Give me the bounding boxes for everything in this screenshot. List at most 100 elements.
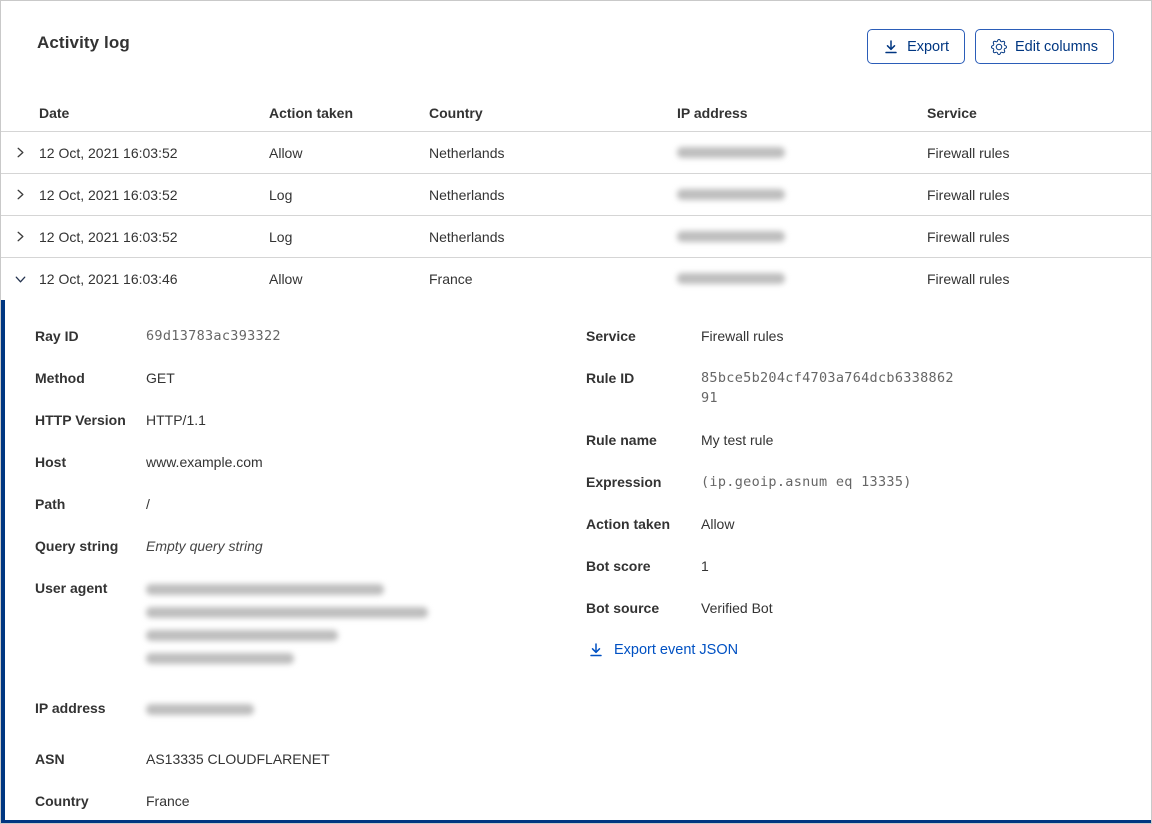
detail-field: Ray ID 69d13783ac393322 (35, 326, 586, 346)
detail-right-column: Service Firewall rules Rule ID 85bce5b20… (586, 326, 1151, 661)
redacted-line (146, 653, 294, 664)
cell-action: Log (269, 228, 293, 245)
detail-field-label: Path (35, 496, 66, 512)
redacted-ip-value (677, 188, 785, 200)
cell-date: 12 Oct, 2021 16:03:46 (39, 271, 178, 287)
edit-columns-button[interactable]: Edit columns (974, 29, 1114, 64)
detail-field-value: Verified Bot (701, 600, 773, 616)
table-row[interactable]: 12 Oct, 2021 16:03:46 Allow France Firew… (1, 258, 1151, 300)
redacted-line (146, 607, 428, 618)
redacted-value (146, 698, 254, 727)
cell-country: Netherlands (429, 186, 505, 203)
cell-ip (677, 271, 927, 287)
detail-field-value: Firewall rules (701, 328, 784, 344)
detail-field-label: User agent (35, 580, 108, 596)
export-event-json-label: Export event JSON (614, 642, 739, 658)
column-header-action: Action taken (269, 105, 354, 121)
redacted-ip-value (677, 230, 785, 242)
redacted-line (146, 584, 384, 595)
column-header-service: Service (927, 105, 977, 121)
table-row[interactable]: 12 Oct, 2021 16:03:52 Log Netherlands Fi… (1, 174, 1151, 216)
detail-field-value: 85bce5b204cf4703a764dcb633886291 (701, 370, 954, 406)
detail-left-column: Ray ID 69d13783ac393322 Method GET HTTP … (35, 326, 586, 820)
cell-ip (677, 229, 927, 245)
gear-icon (990, 38, 1007, 55)
detail-field-label: Method (35, 370, 85, 386)
cell-action: Allow (269, 271, 303, 287)
chevron-down-icon[interactable] (1, 258, 39, 300)
column-header-ip-address: IP address (677, 105, 748, 121)
redacted-line (146, 630, 338, 641)
detail-field-label: Query string (35, 538, 119, 554)
cell-ip (677, 145, 927, 161)
detail-field: Country France (35, 791, 586, 811)
export-button-label: Export (907, 38, 949, 55)
toolbar: Export Edit columns (867, 29, 1114, 64)
bottom-accent-bar (1, 820, 1151, 823)
redacted-ip-value (677, 273, 785, 284)
detail-field-value: France (146, 793, 190, 809)
detail-field: Host www.example.com (35, 452, 586, 472)
redacted-line (146, 704, 254, 715)
header-bar: Activity log Export Edit columns (1, 1, 1151, 64)
detail-field-label: Bot score (586, 558, 651, 574)
detail-field-value: My test rule (701, 432, 774, 448)
chevron-right-icon[interactable] (1, 174, 39, 215)
export-event-json-link[interactable]: Export event JSON (588, 642, 738, 658)
export-button[interactable]: Export (867, 29, 965, 64)
table-row[interactable]: 12 Oct, 2021 16:03:52 Log Netherlands Fi… (1, 216, 1151, 258)
detail-field: HTTP Version HTTP/1.1 (35, 410, 586, 430)
detail-field: Bot source Verified Bot (586, 598, 1151, 618)
table-body: 12 Oct, 2021 16:03:52 Allow Netherlands … (1, 132, 1151, 300)
activity-log-panel: Activity log Export Edit columns Date Ac… (0, 0, 1152, 824)
detail-field-value: Allow (701, 516, 735, 532)
download-icon (883, 39, 899, 55)
detail-field: Bot score 1 (586, 556, 1151, 576)
detail-field-label: Bot source (586, 600, 660, 616)
detail-field-label: Service (586, 328, 636, 344)
cell-service: Firewall rules (927, 144, 1010, 161)
detail-field: Rule name My test rule (586, 430, 1151, 450)
detail-field-label: Action taken (586, 516, 671, 532)
detail-field: Query string Empty query string (35, 536, 586, 556)
cell-country: Netherlands (429, 228, 505, 245)
detail-field-label: HTTP Version (35, 412, 126, 428)
cell-service: Firewall rules (927, 271, 1010, 287)
detail-field-value: AS13335 CLOUDFLARENET (146, 751, 330, 767)
detail-field-label: Rule name (586, 432, 657, 448)
cell-action: Log (269, 186, 293, 203)
edit-columns-button-label: Edit columns (1014, 38, 1098, 55)
detail-field-label: ASN (35, 751, 65, 767)
redacted-value (146, 578, 428, 676)
chevron-right-icon[interactable] (1, 132, 39, 173)
detail-field: ASN AS13335 CLOUDFLARENET (35, 749, 586, 769)
cell-date: 12 Oct, 2021 16:03:52 (39, 228, 178, 245)
event-detail-panel: Ray ID 69d13783ac393322 Method GET HTTP … (1, 300, 1151, 820)
detail-field-label: Expression (586, 474, 662, 490)
cell-service: Firewall rules (927, 228, 1010, 245)
table-row[interactable]: 12 Oct, 2021 16:03:52 Allow Netherlands … (1, 132, 1151, 174)
detail-field: User agent (35, 578, 586, 676)
detail-field: IP address (35, 698, 586, 727)
detail-field: Action taken Allow (586, 514, 1151, 534)
detail-field-label: Host (35, 454, 67, 470)
detail-field-label: Country (35, 793, 89, 809)
detail-field: Service Firewall rules (586, 326, 1151, 346)
cell-service: Firewall rules (927, 186, 1010, 203)
download-icon (588, 642, 604, 658)
column-header-date: Date (39, 105, 70, 121)
table-header-row: Date Action taken Country IP address Ser… (1, 80, 1151, 132)
detail-field-value: 69d13783ac393322 (146, 328, 281, 344)
cell-action: Allow (269, 144, 303, 161)
detail-field-value: / (146, 496, 150, 512)
cell-date: 12 Oct, 2021 16:03:52 (39, 144, 178, 161)
detail-field-value: 1 (701, 558, 709, 574)
detail-field-value: www.example.com (146, 454, 263, 470)
detail-field: Expression (ip.geoip.asnum eq 13335) (586, 472, 1151, 492)
detail-field: Rule ID 85bce5b204cf4703a764dcb633886291 (586, 368, 1151, 408)
detail-field-label: IP address (35, 700, 106, 716)
detail-field-value: (ip.geoip.asnum eq 13335) (701, 474, 912, 490)
chevron-right-icon[interactable] (1, 216, 39, 257)
detail-field-value: GET (146, 370, 175, 386)
cell-country: France (429, 271, 473, 287)
